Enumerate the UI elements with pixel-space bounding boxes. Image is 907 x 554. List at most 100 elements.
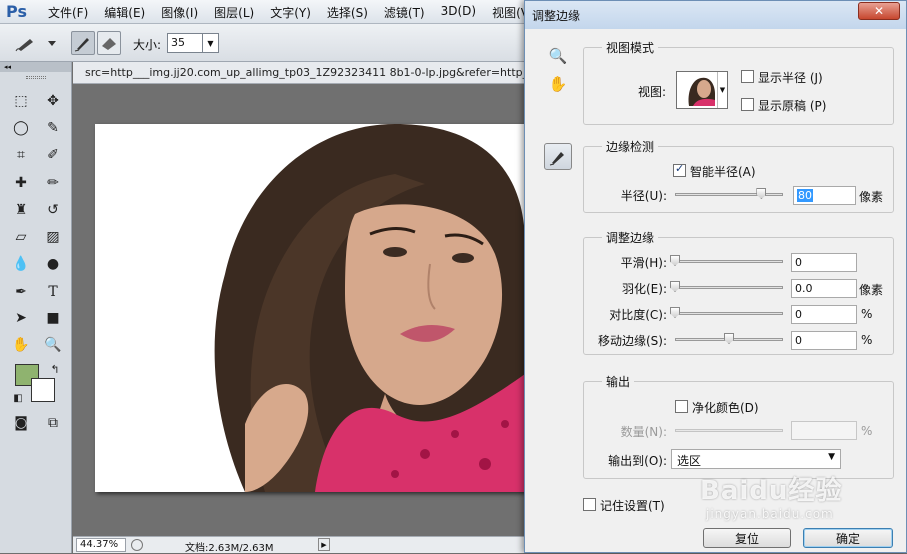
decontaminate-colors-checkbox[interactable]	[675, 400, 688, 413]
chevron-down-icon: ▼	[828, 452, 835, 462]
blur-tool-icon[interactable]: 💧	[8, 253, 34, 275]
output-to-label: 输出到(O):	[608, 454, 667, 468]
shift-edge-slider[interactable]	[675, 333, 783, 345]
shift-edge-unit: %	[861, 333, 873, 347]
contrast-field[interactable]: 0	[791, 305, 857, 324]
radius-unit: 像素	[859, 190, 884, 204]
view-thumbnail	[683, 74, 715, 106]
dodge-tool-icon[interactable]: ●	[40, 253, 66, 275]
type-tool-icon[interactable]: T	[40, 281, 66, 303]
brush-size-field[interactable]: 35 ▼	[167, 33, 219, 53]
background-color-swatch[interactable]	[31, 378, 55, 402]
view-mode-picker[interactable]: ▼	[676, 71, 728, 109]
menu-type[interactable]: 文字(Y)	[270, 4, 311, 21]
view-label: 视图:	[638, 85, 667, 99]
menu-items: 文件(F) 编辑(E) 图像(I) 图层(L) 文字(Y) 选择(S) 滤镜(T…	[48, 4, 550, 21]
reset-button[interactable]: 复位	[703, 528, 791, 548]
edge-detection-group-label: 边缘检测	[602, 138, 659, 155]
feather-field[interactable]: 0.0	[791, 279, 857, 298]
rectangle-tool-icon[interactable]: ■	[40, 307, 66, 329]
document-tab[interactable]: src=http___img.jj20.com_up_allimg_tp03_1…	[73, 62, 539, 84]
status-info-icon[interactable]	[131, 539, 143, 551]
eyedropper-tool-icon[interactable]: ✐	[40, 144, 66, 166]
brush-tool-icon[interactable]: ✏	[40, 172, 66, 194]
amount-slider-track	[675, 429, 783, 432]
amount-label: 数量(N):	[620, 425, 667, 439]
close-button[interactable]: ✕	[858, 2, 900, 20]
healing-brush-tool-icon[interactable]: ✚	[8, 172, 34, 194]
erase-refinements-tool-button[interactable]	[97, 31, 121, 55]
document-title: src=http___img.jj20.com_up_allimg_tp03_1…	[85, 66, 540, 79]
menu-3d[interactable]: 3D(D)	[441, 4, 476, 21]
ok-button[interactable]: 确定	[803, 528, 893, 548]
hand-icon[interactable]: ✋	[547, 73, 569, 95]
swap-colors-icon[interactable]: ↰	[42, 358, 68, 380]
photo-canvas[interactable]	[95, 124, 525, 492]
history-brush-tool-icon[interactable]: ↺	[40, 199, 66, 221]
view-mode-group-label: 视图模式	[602, 39, 659, 56]
default-colors-icon[interactable]: ◧	[5, 387, 31, 409]
smooth-slider-track	[675, 260, 783, 263]
quick-selection-tool-icon[interactable]: ✎	[40, 117, 66, 139]
menu-image[interactable]: 图像(I)	[161, 4, 198, 21]
adjust-edge-group-label: 调整边缘	[602, 229, 659, 246]
quick-mask-icon[interactable]: ◙	[8, 412, 34, 434]
screen-mode-icon[interactable]: ⧉	[40, 412, 66, 434]
dialog-titlebar[interactable]: 调整边缘 ✕	[525, 1, 906, 29]
radius-field[interactable]: 80	[793, 186, 856, 205]
lasso-tool-icon[interactable]: ◯	[8, 117, 34, 139]
tool-preset-picker[interactable]	[12, 31, 62, 55]
ok-button-label: 确定	[835, 531, 860, 546]
output-group-label: 输出	[602, 373, 635, 390]
output-to-select[interactable]: 选区 ▼	[671, 449, 841, 469]
smart-radius-label: 智能半径(A)	[690, 165, 756, 179]
smooth-slider[interactable]	[670, 255, 783, 267]
radius-slider-thumb[interactable]	[756, 188, 767, 199]
move-tool-icon[interactable]: ✥	[40, 90, 66, 112]
remember-settings-label: 记住设置(T)	[600, 499, 665, 513]
marquee-tool-icon[interactable]: ⬚	[8, 90, 34, 112]
menu-filter[interactable]: 滤镜(T)	[384, 4, 425, 21]
smooth-field[interactable]: 0	[791, 253, 857, 272]
chevron-down-icon[interactable]: ▼	[202, 34, 218, 52]
gradient-tool-icon[interactable]: ▨	[40, 226, 66, 248]
pen-tool-icon[interactable]: ✒	[8, 281, 34, 303]
clone-stamp-tool-icon[interactable]: ♜	[8, 199, 34, 221]
shift-edge-field[interactable]: 0	[791, 331, 857, 350]
panel-grip[interactable]	[25, 76, 46, 79]
radius-slider[interactable]	[675, 188, 783, 200]
chevron-right-icon[interactable]: ▶	[318, 538, 330, 551]
crop-tool-icon[interactable]: ⌗	[8, 144, 34, 166]
feather-unit: 像素	[859, 283, 884, 297]
size-label: 大小:	[133, 38, 162, 52]
shift-edge-label: 移动边缘(S):	[597, 334, 667, 348]
smooth-label: 平滑(H):	[620, 256, 667, 270]
show-radius-checkbox[interactable]	[741, 70, 754, 83]
menu-layer[interactable]: 图层(L)	[214, 4, 254, 21]
zoom-field[interactable]: 44.37%	[76, 538, 126, 552]
view-mode-group: 视图模式	[583, 39, 894, 125]
path-selection-tool-icon[interactable]: ➤	[8, 307, 34, 329]
menu-edit[interactable]: 编辑(E)	[104, 4, 145, 21]
shift-edge-slider-thumb[interactable]	[724, 333, 734, 344]
zoom-tool-icon[interactable]: 🔍	[40, 334, 66, 356]
eraser-tool-icon[interactable]: ▱	[8, 226, 34, 248]
refine-radius-tool-box[interactable]	[544, 143, 572, 170]
canvas-area[interactable]	[73, 84, 525, 536]
refine-radius-tool-button[interactable]	[71, 31, 95, 55]
refine-edge-dialog: 调整边缘 ✕ 🔍 ✋ 视图模式 视图: ▼ 显示半径 (J) 显示原稿 (P) …	[524, 0, 907, 553]
contrast-unit: %	[861, 307, 873, 321]
contrast-slider[interactable]	[670, 307, 783, 319]
menu-select[interactable]: 选择(S)	[327, 4, 368, 21]
zoom-icon[interactable]: 🔍	[547, 45, 569, 67]
collapse-panel-icon[interactable]: ◂◂	[0, 62, 71, 72]
brush-icon	[549, 151, 564, 165]
hand-tool-icon[interactable]: ✋	[8, 334, 34, 356]
show-original-checkbox[interactable]	[741, 98, 754, 111]
chevron-down-icon[interactable]: ▼	[717, 72, 727, 108]
smart-radius-checkbox[interactable]	[673, 162, 686, 177]
menu-file[interactable]: 文件(F)	[48, 4, 88, 21]
remember-settings-checkbox[interactable]	[583, 498, 596, 511]
reset-button-label: 复位	[734, 531, 759, 546]
feather-slider[interactable]	[670, 281, 783, 293]
